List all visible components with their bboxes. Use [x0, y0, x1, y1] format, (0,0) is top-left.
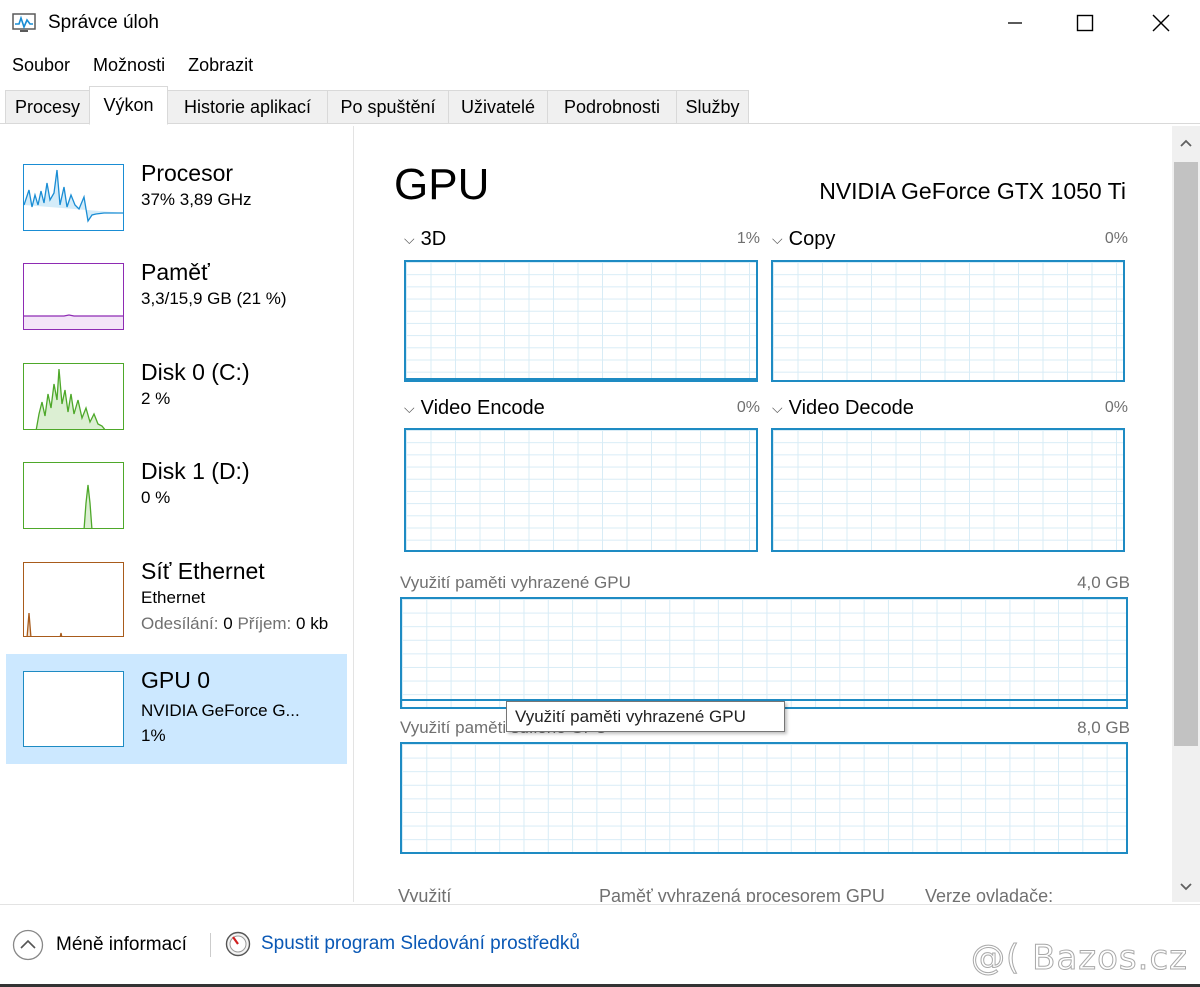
shared-memory-graph — [400, 742, 1128, 854]
fewer-details-button[interactable]: Méně informací — [12, 929, 187, 961]
engine-percent: 1% — [736, 230, 760, 247]
chevron-down-icon: ⌵ — [404, 400, 415, 416]
sidebar-item-title: Síť Ethernet — [141, 558, 265, 584]
resource-monitor-icon — [225, 931, 251, 957]
receive-value: 0 kb — [296, 614, 329, 633]
menu-moznosti[interactable]: Možnosti — [81, 55, 176, 76]
window-title: Správce úloh — [48, 12, 159, 33]
sidebar-item-title: Disk 0 (C:) — [141, 359, 250, 385]
sidebar-item-title: GPU 0 — [141, 667, 211, 693]
tab-sluzby[interactable]: Služby — [676, 90, 749, 124]
tab-podrobnosti[interactable]: Podrobnosti — [547, 90, 677, 124]
engine-percent: 0% — [736, 399, 760, 416]
engine-graph-video-decode — [771, 428, 1125, 552]
sidebar-item-detail: 37% 3,89 GHz — [141, 190, 252, 209]
gpu-detail-panel: GPU NVIDIA GeForce GTX 1050 Ti ⌵ 3D 1% ⌵… — [356, 126, 1172, 902]
footer-divider — [210, 933, 211, 957]
chevron-down-icon: ⌵ — [404, 231, 415, 247]
scroll-up-arrow-icon[interactable] — [1179, 136, 1193, 155]
sidebar-item-title: Procesor — [141, 160, 234, 186]
menu-bar: Soubor Možnosti Zobrazit — [0, 48, 1200, 82]
engine-label: Video Decode — [788, 397, 914, 419]
sidebar-item-detail: 3,3/15,9 GB (21 %) — [141, 289, 287, 308]
engine-selector-3d[interactable]: ⌵ 3D — [404, 228, 446, 251]
sidebar-item-disk-1[interactable]: Disk 1 (D:) 0 % — [6, 454, 347, 554]
ethernet-throughput: Odesílání: 0 Příjem: 0 kb — [141, 614, 328, 634]
stat-utilization-label: Využití — [398, 886, 452, 902]
chevron-down-icon: ⌵ — [772, 400, 783, 416]
engine-label: Copy — [788, 228, 836, 250]
sidebar-item-usage: 1% — [141, 726, 166, 745]
memory-thumbnail-graph — [23, 263, 124, 330]
disk-1-thumbnail-graph — [23, 462, 124, 529]
sidebar-item-memory[interactable]: Paměť 3,3/15,9 GB (21 %) — [6, 255, 347, 355]
tab-uzivatele[interactable]: Uživatelé — [448, 90, 548, 124]
sidebar-item-detail: 0 % — [141, 488, 171, 507]
dedicated-memory-graph — [400, 597, 1128, 709]
page-title: GPU — [394, 160, 490, 209]
engine-selector-video-encode[interactable]: ⌵ Video Encode — [404, 397, 545, 420]
stat-dedicated-memory-label: Paměť vyhrazená procesorem GPU — [599, 886, 885, 902]
sidebar-item-detail: NVIDIA GeForce G... — [141, 701, 300, 720]
sidebar-item-detail: Ethernet — [141, 588, 206, 607]
sidebar-item-disk-0[interactable]: Disk 0 (C:) 2 % — [6, 355, 347, 455]
send-label: Odesílání: — [141, 614, 219, 633]
engine-graph-video-encode — [404, 428, 758, 552]
tab-po-spusteni[interactable]: Po spuštění — [327, 90, 449, 124]
menu-zobrazit[interactable]: Zobrazit — [176, 55, 264, 76]
gpu-thumbnail-graph — [23, 671, 124, 747]
ethernet-thumbnail-graph — [23, 562, 124, 637]
engine-percent: 0% — [1104, 399, 1128, 416]
close-button[interactable] — [1126, 0, 1196, 46]
tab-procesy[interactable]: Procesy — [5, 90, 90, 124]
engine-graph-3d — [404, 260, 758, 382]
sidebar-item-gpu-0[interactable]: GPU 0 NVIDIA GeForce G... 1% — [6, 654, 347, 764]
scrollbar-thumb[interactable] — [1174, 162, 1198, 746]
performance-sidebar: Procesor 37% 3,89 GHz Paměť 3,3/15,9 GB … — [0, 126, 354, 902]
send-value: 0 — [223, 614, 233, 633]
tab-historie-aplikaci[interactable]: Historie aplikací — [167, 90, 328, 124]
receive-label: Příjem: — [237, 614, 292, 633]
dedicated-memory-max: 4,0 GB — [1077, 573, 1130, 592]
stat-driver-version-label: Verze ovladače: — [925, 886, 1054, 902]
dedicated-memory-label: Využití paměti vyhrazené GPU — [400, 573, 631, 592]
shared-memory-max: 8,0 GB — [1077, 718, 1130, 737]
resource-monitor-label: Spustit program Sledování prostředků — [261, 933, 580, 954]
open-resource-monitor-link[interactable]: Spustit program Sledování prostředků — [225, 931, 580, 957]
sidebar-item-ethernet[interactable]: Síť Ethernet Ethernet Odesílání: 0 Příje… — [6, 554, 347, 654]
engine-graph-copy — [771, 260, 1125, 382]
watermark: @( Bazos.cz — [971, 938, 1188, 979]
sidebar-item-detail: 2 % — [141, 389, 171, 408]
vertical-scrollbar[interactable] — [1172, 126, 1200, 902]
gpu-model-name: NVIDIA GeForce GTX 1050 Ti — [819, 178, 1126, 204]
engine-percent: 0% — [1104, 230, 1128, 247]
minimize-button[interactable] — [980, 0, 1050, 46]
sidebar-item-cpu[interactable]: Procesor 37% 3,89 GHz — [6, 156, 347, 256]
engine-label: Video Encode — [420, 397, 545, 419]
title-bar: Správce úloh — [0, 0, 1200, 46]
disk-0-thumbnail-graph — [23, 363, 124, 430]
task-manager-icon — [12, 12, 38, 34]
fewer-details-label: Méně informací — [56, 934, 187, 955]
tab-bar: Procesy Výkon Historie aplikací Po spušt… — [0, 84, 1200, 125]
cpu-thumbnail-graph — [23, 164, 124, 231]
chevron-down-icon: ⌵ — [772, 231, 783, 247]
engine-label: 3D — [420, 228, 447, 250]
tooltip: Využití paměti vyhrazené GPU — [506, 701, 785, 732]
menu-soubor[interactable]: Soubor — [0, 55, 81, 76]
engine-selector-video-decode[interactable]: ⌵ Video Decode — [772, 397, 914, 420]
tab-vykon[interactable]: Výkon — [89, 86, 168, 125]
chevron-up-circle-icon — [12, 929, 44, 961]
maximize-button[interactable] — [1050, 0, 1120, 46]
sidebar-item-title: Paměť — [141, 259, 210, 285]
sidebar-item-title: Disk 1 (D:) — [141, 458, 250, 484]
scroll-down-arrow-icon[interactable] — [1179, 880, 1193, 899]
engine-selector-copy[interactable]: ⌵ Copy — [772, 228, 835, 251]
